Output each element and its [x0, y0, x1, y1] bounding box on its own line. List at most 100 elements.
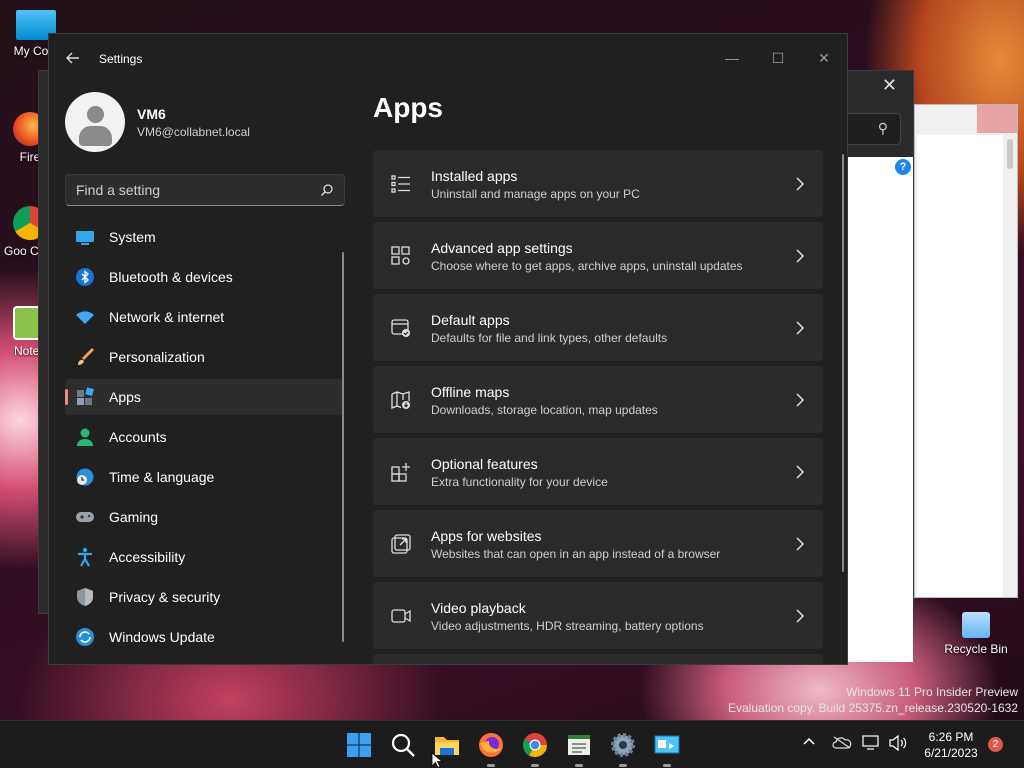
- chevron-right-icon: [796, 609, 805, 623]
- open-link-icon: [391, 534, 411, 554]
- apps-card-list: Installed apps Uninstall and manage apps…: [373, 150, 823, 664]
- scrollbar[interactable]: [1007, 139, 1013, 169]
- card-subtitle: Downloads, storage location, map updates: [431, 403, 658, 417]
- title-bar[interactable]: Settings — ☐ ✕: [49, 34, 847, 82]
- maximize-button[interactable]: ☐: [755, 42, 801, 74]
- desktop-icon-recycle-bin[interactable]: Recycle Bin: [944, 612, 1008, 656]
- background-content: [917, 135, 1003, 597]
- sidebar-nav: System Bluetooth & devices Network & int…: [65, 219, 343, 659]
- card-partial[interactable]: [373, 654, 823, 664]
- bluetooth-icon: [75, 267, 95, 287]
- sidebar-item-label: Bluetooth & devices: [109, 269, 233, 285]
- default-apps-icon: [391, 319, 410, 337]
- firefox-icon[interactable]: [477, 731, 505, 767]
- sidebar-item-label: Windows Update: [109, 629, 215, 645]
- notification-badge[interactable]: 2: [988, 737, 1003, 752]
- sidebar-item-time-language[interactable]: Time & language: [65, 459, 343, 495]
- brush-icon: [75, 347, 95, 367]
- background-window-2[interactable]: [914, 104, 1018, 598]
- close-button[interactable]: [977, 105, 1017, 133]
- close-button[interactable]: ✕: [801, 42, 847, 74]
- card-title: Optional features: [431, 456, 538, 472]
- card-advanced-app-settings[interactable]: Advanced app settings Choose where to ge…: [373, 222, 823, 289]
- sidebar-item-bluetooth[interactable]: Bluetooth & devices: [65, 259, 343, 295]
- card-title: Offline maps: [431, 384, 510, 400]
- close-icon[interactable]: ✕: [882, 75, 897, 96]
- watermark-line-1: Windows 11 Pro Insider Preview: [846, 685, 1018, 699]
- clock-time: 6:26 PM: [928, 730, 974, 744]
- sidebar-item-network[interactable]: Network & internet: [65, 299, 343, 335]
- card-subtitle: Video adjustments, HDR streaming, batter…: [431, 619, 704, 633]
- card-title: Video playback: [431, 600, 526, 616]
- card-default-apps[interactable]: Default apps Defaults for file and link …: [373, 294, 823, 361]
- chevron-right-icon: [796, 465, 805, 479]
- window-title: Settings: [99, 52, 143, 66]
- card-title: Advanced app settings: [431, 240, 573, 256]
- network-icon[interactable]: [862, 735, 882, 755]
- gamepad-icon: [75, 507, 95, 527]
- watermark-line-2: Evaluation copy. Build 25375.zn_release.…: [728, 701, 1018, 715]
- volume-icon[interactable]: [888, 734, 908, 755]
- mouse-cursor-icon: [431, 752, 443, 768]
- map-icon: [391, 391, 410, 409]
- sidebar-item-label: Apps: [109, 389, 141, 405]
- sidebar-item-privacy[interactable]: Privacy & security: [65, 579, 343, 615]
- sidebar-item-system[interactable]: System: [65, 219, 343, 255]
- sidebar-item-accounts[interactable]: Accounts: [65, 419, 343, 455]
- chevron-right-icon: [796, 393, 805, 407]
- card-subtitle: Uninstall and manage apps on your PC: [431, 187, 640, 201]
- system-clock[interactable]: 6:26 PM 6/21/2023: [918, 729, 984, 761]
- onedrive-icon[interactable]: [832, 735, 852, 755]
- card-subtitle: Defaults for file and link types, other …: [431, 331, 668, 345]
- app-gear-icon: [391, 246, 410, 265]
- chevron-right-icon: [796, 321, 805, 335]
- card-offline-maps[interactable]: Offline maps Downloads, storage location…: [373, 366, 823, 433]
- clock-date: 6/21/2023: [924, 746, 978, 760]
- desktop-icon-label: Recycle Bin: [944, 642, 1008, 656]
- sidebar-item-personalization[interactable]: Personalization: [65, 339, 343, 375]
- minimize-button[interactable]: —: [709, 42, 755, 74]
- card-installed-apps[interactable]: Installed apps Uninstall and manage apps…: [373, 150, 823, 217]
- card-apps-for-websites[interactable]: Apps for websites Websites that can open…: [373, 510, 823, 577]
- system-icon: [75, 227, 95, 247]
- avatar[interactable]: [65, 92, 125, 152]
- back-arrow-icon[interactable]: [65, 50, 81, 66]
- card-title: Apps for websites: [431, 528, 542, 544]
- chevron-right-icon: [796, 249, 805, 263]
- sidebar-item-gaming[interactable]: Gaming: [65, 499, 343, 535]
- find-setting-box[interactable]: [65, 174, 345, 206]
- add-grid-icon: [391, 463, 410, 482]
- chevron-right-icon: [796, 537, 805, 551]
- apps-icon: [75, 387, 95, 407]
- start-icon[interactable]: [345, 731, 373, 759]
- help-icon[interactable]: ?: [895, 159, 911, 175]
- search-icon[interactable]: [320, 183, 334, 197]
- card-subtitle: Extra functionality for your device: [431, 475, 608, 489]
- sidebar-item-label: Personalization: [109, 349, 205, 365]
- video-icon: [391, 609, 411, 623]
- card-video-playback[interactable]: Video playback Video adjustments, HDR st…: [373, 582, 823, 649]
- chrome-icon[interactable]: [521, 731, 549, 767]
- background-content: [847, 157, 913, 662]
- list-icon: [391, 175, 410, 193]
- sidebar-item-label: Accessibility: [109, 549, 186, 565]
- sidebar-item-windows-update[interactable]: Windows Update: [65, 619, 343, 655]
- accessibility-icon: [75, 547, 95, 567]
- main-scrollbar[interactable]: [842, 154, 844, 572]
- chevron-up-icon[interactable]: [802, 735, 822, 755]
- card-optional-features[interactable]: Optional features Extra functionality fo…: [373, 438, 823, 505]
- settings-window[interactable]: Settings — ☐ ✕ VM6 VM6@collabnet.local S…: [48, 33, 848, 665]
- card-subtitle: Websites that can open in an app instead…: [431, 547, 721, 561]
- sidebar-item-label: Accounts: [109, 429, 167, 445]
- sidebar-item-apps[interactable]: Apps: [65, 379, 343, 415]
- user-email: VM6@collabnet.local: [137, 125, 250, 139]
- sidebar-item-accessibility[interactable]: Accessibility: [65, 539, 343, 575]
- sidebar-scrollbar[interactable]: [342, 252, 344, 642]
- notepad-icon[interactable]: [565, 731, 593, 767]
- settings-gear-icon[interactable]: [609, 731, 637, 767]
- search-input[interactable]: [66, 175, 306, 205]
- user-profile[interactable]: VM6 VM6@collabnet.local: [65, 92, 355, 154]
- recycle-bin-icon: [962, 612, 990, 638]
- search-icon[interactable]: [389, 731, 417, 759]
- control-panel-icon[interactable]: [653, 731, 681, 767]
